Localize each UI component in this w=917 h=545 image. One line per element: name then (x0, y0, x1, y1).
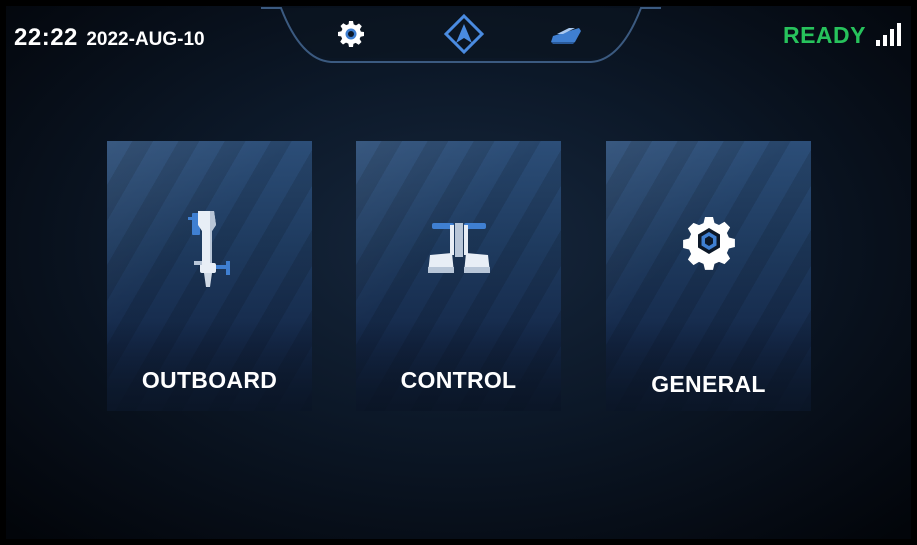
time-display: 22:22 (14, 24, 78, 51)
menu-card-label: CONTROL (400, 367, 517, 393)
nav-settings-button[interactable] (331, 14, 371, 54)
menu-card-label: OUTBOARD (141, 367, 278, 393)
throttle-control-icon (356, 211, 561, 281)
menu-card-control[interactable]: CONTROL (356, 141, 561, 411)
nav-navigation-button[interactable] (442, 12, 486, 56)
signal-bar (890, 29, 894, 46)
signal-bar (897, 23, 901, 46)
top-bar: 22:22 2022-AUG-10 READY (6, 6, 911, 72)
clock: 22:22 2022-AUG-10 (14, 24, 205, 52)
signal-bar (883, 35, 887, 46)
signal-bar (876, 40, 880, 46)
menu-card-label: GENERAL (651, 371, 766, 397)
gear-icon (338, 21, 364, 47)
menu-card-general[interactable]: GENERAL (606, 141, 811, 411)
screen: 22:22 2022-AUG-10 READY OUTBOARD CONTROL… (6, 6, 911, 539)
signal-strength-icon (876, 22, 901, 46)
date-display: 2022-AUG-10 (86, 29, 205, 50)
nav-boat-button[interactable] (546, 14, 586, 54)
navigation-arrow-icon (444, 14, 484, 54)
outboard-motor-icon (107, 211, 312, 291)
gear-icon (606, 211, 811, 271)
status-ready-text: READY (782, 22, 866, 48)
status-area: READY (783, 22, 901, 49)
menu-card-outboard[interactable]: OUTBOARD (107, 141, 312, 411)
boat-icon (551, 28, 581, 44)
